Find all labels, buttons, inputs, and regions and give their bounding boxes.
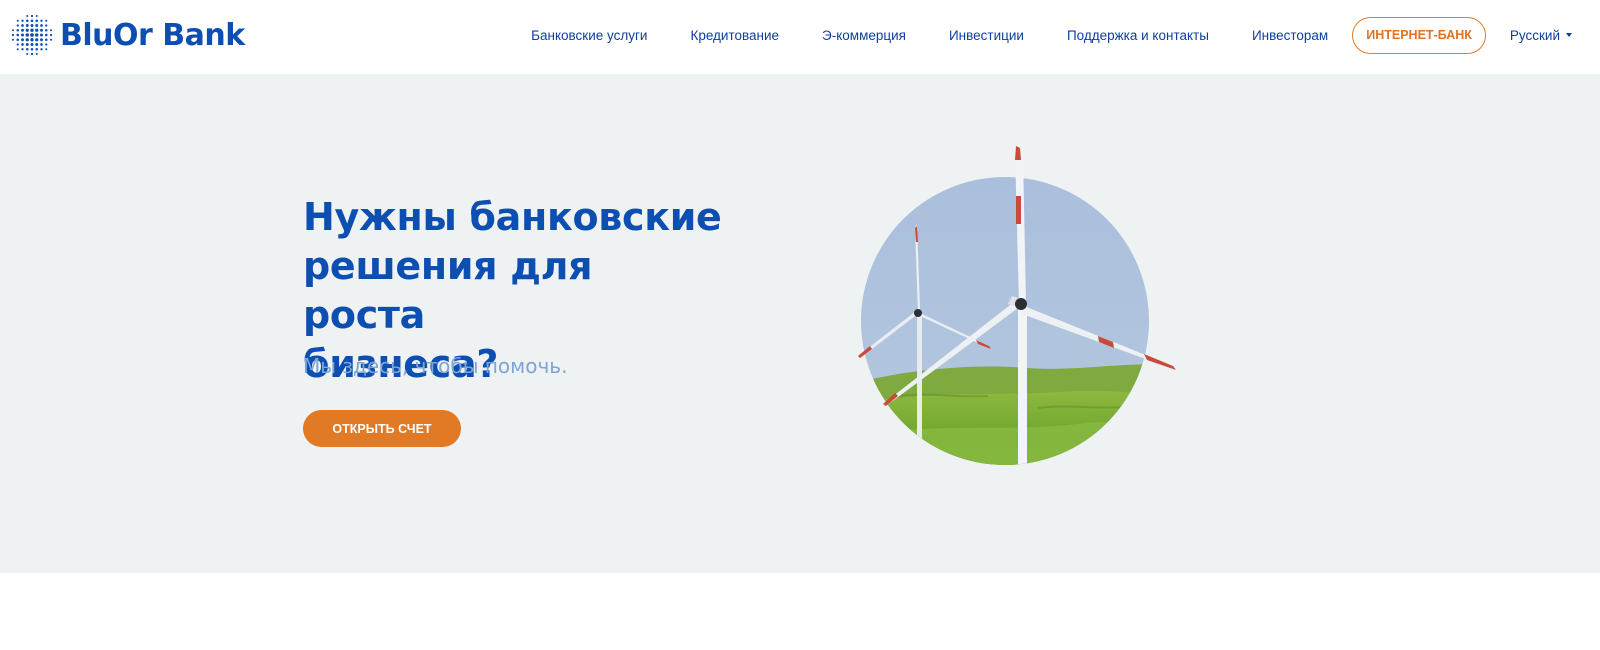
- logo-dots-icon: [11, 14, 53, 56]
- hero-subtitle: Мы здесь, чтобы помочь.: [303, 354, 568, 378]
- chevron-down-icon: [1566, 33, 1572, 37]
- online-bank-button[interactable]: ИНТЕРНЕТ-БАНК: [1352, 16, 1486, 54]
- hero-section: Нужны банковские решения для роста бизнеса…: [0, 74, 1600, 573]
- nav-lending[interactable]: Кредитование: [690, 28, 779, 43]
- main-nav: Банковские услуги Кредитование Э-коммерц…: [531, 0, 1600, 70]
- nav-banking-services[interactable]: Банковские услуги: [531, 28, 647, 43]
- site-header: BluOr Bank Банковские услуги Кредитовани…: [0, 0, 1600, 74]
- nav-ecommerce[interactable]: Э-коммерция: [822, 28, 906, 43]
- open-account-button[interactable]: ОТКРЫТЬ СЧЕТ: [303, 410, 461, 447]
- wind-turbines-image: [858, 146, 1176, 465]
- language-label: Русский: [1509, 27, 1560, 43]
- language-selector[interactable]: Русский: [1510, 28, 1572, 43]
- brand-name: BluOr Bank: [60, 17, 245, 53]
- nav-investments[interactable]: Инвестиции: [949, 28, 1024, 43]
- nav-support-contacts[interactable]: Поддержка и контакты: [1067, 28, 1209, 43]
- bank-logo[interactable]: BluOr Bank: [10, 12, 245, 58]
- nav-investors[interactable]: Инвесторам: [1252, 28, 1328, 43]
